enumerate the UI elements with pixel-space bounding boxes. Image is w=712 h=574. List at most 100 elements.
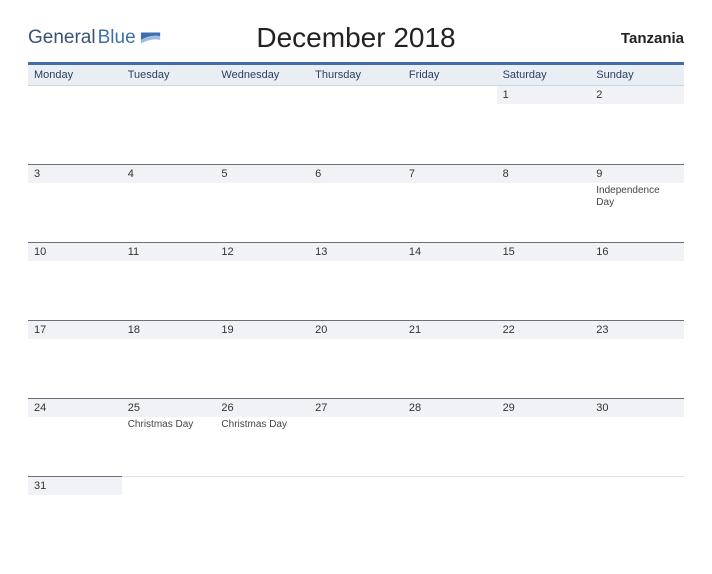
weekday-label: Monday xyxy=(28,65,122,85)
date-number: 24 xyxy=(28,398,122,417)
date-number: 23 xyxy=(590,320,684,339)
calendar-cell: 5 xyxy=(215,164,309,242)
calendar-week: 3456789Independence Day xyxy=(28,164,684,242)
date-number: 5 xyxy=(215,164,309,183)
calendar-cell: 19 xyxy=(215,320,309,398)
weekday-label: Tuesday xyxy=(122,65,216,85)
weekday-label: Thursday xyxy=(309,65,403,85)
calendar-cell xyxy=(122,476,216,554)
brand-text-2: Blue xyxy=(98,27,136,49)
weekday-label: Saturday xyxy=(497,65,591,85)
calendar-cell: 1 xyxy=(497,86,591,164)
calendar-cell: 23 xyxy=(590,320,684,398)
calendar-cell xyxy=(122,86,216,164)
date-number xyxy=(590,476,684,494)
calendar-cell: 2 xyxy=(590,86,684,164)
date-number: 16 xyxy=(590,242,684,261)
calendar-cell: 17 xyxy=(28,320,122,398)
calendar-cell: 21 xyxy=(403,320,497,398)
calendar-title: December 2018 xyxy=(256,22,455,54)
date-number: 20 xyxy=(309,320,403,339)
calendar-cell xyxy=(497,476,591,554)
date-number xyxy=(309,86,403,104)
date-number: 18 xyxy=(122,320,216,339)
date-number: 9 xyxy=(590,164,684,183)
date-number xyxy=(497,476,591,494)
date-number xyxy=(403,476,497,494)
date-number: 21 xyxy=(403,320,497,339)
calendar-cell: 24 xyxy=(28,398,122,476)
date-number: 14 xyxy=(403,242,497,261)
calendar-cell xyxy=(403,86,497,164)
calendar-cell xyxy=(215,476,309,554)
weekday-label: Friday xyxy=(403,65,497,85)
date-number: 13 xyxy=(309,242,403,261)
date-number: 10 xyxy=(28,242,122,261)
date-number: 31 xyxy=(28,476,122,495)
calendar-cell: 28 xyxy=(403,398,497,476)
date-number: 22 xyxy=(497,320,591,339)
country-label: Tanzania xyxy=(621,30,684,47)
calendar-grid: 123456789Independence Day101112131415161… xyxy=(28,86,684,554)
date-number: 8 xyxy=(497,164,591,183)
calendar-cell: 6 xyxy=(309,164,403,242)
calendar-cell: 22 xyxy=(497,320,591,398)
calendar-cell: 27 xyxy=(309,398,403,476)
calendar-cell: 25Christmas Day xyxy=(122,398,216,476)
calendar-week: 10111213141516 xyxy=(28,242,684,320)
calendar-cell: 14 xyxy=(403,242,497,320)
date-number: 17 xyxy=(28,320,122,339)
calendar-cell: 11 xyxy=(122,242,216,320)
date-number: 4 xyxy=(122,164,216,183)
date-number: 7 xyxy=(403,164,497,183)
date-number: 28 xyxy=(403,398,497,417)
date-number: 12 xyxy=(215,242,309,261)
date-number: 15 xyxy=(497,242,591,261)
date-number: 19 xyxy=(215,320,309,339)
calendar-cell xyxy=(28,86,122,164)
brand-logo: GeneralBlue xyxy=(28,27,162,49)
calendar-event: Christmas Day xyxy=(215,417,309,433)
calendar-cell: 20 xyxy=(309,320,403,398)
date-number: 29 xyxy=(497,398,591,417)
date-number xyxy=(309,476,403,494)
weekday-label: Sunday xyxy=(590,65,684,85)
calendar-cell: 10 xyxy=(28,242,122,320)
calendar-cell: 7 xyxy=(403,164,497,242)
calendar-cell xyxy=(590,476,684,554)
date-number xyxy=(122,476,216,494)
date-number: 2 xyxy=(590,86,684,104)
date-number xyxy=(28,86,122,104)
date-number: 25 xyxy=(122,398,216,417)
calendar-cell: 18 xyxy=(122,320,216,398)
calendar-week: 31 xyxy=(28,476,684,554)
calendar-event: Christmas Day xyxy=(122,417,216,433)
date-number: 26 xyxy=(215,398,309,417)
calendar-week: 17181920212223 xyxy=(28,320,684,398)
calendar-cell: 4 xyxy=(122,164,216,242)
date-number: 27 xyxy=(309,398,403,417)
date-number xyxy=(403,86,497,104)
calendar-cell: 30 xyxy=(590,398,684,476)
date-number: 3 xyxy=(28,164,122,183)
calendar-cell: 16 xyxy=(590,242,684,320)
calendar-cell xyxy=(215,86,309,164)
calendar-cell: 8 xyxy=(497,164,591,242)
calendar-week: 12 xyxy=(28,86,684,164)
calendar-cell xyxy=(309,86,403,164)
calendar-cell: 12 xyxy=(215,242,309,320)
brand-text-1: General xyxy=(28,27,96,49)
date-number: 11 xyxy=(122,242,216,261)
date-number xyxy=(122,86,216,104)
weekday-label: Wednesday xyxy=(215,65,309,85)
calendar-cell: 26Christmas Day xyxy=(215,398,309,476)
calendar-week: 2425Christmas Day26Christmas Day27282930 xyxy=(28,398,684,476)
calendar-cell: 13 xyxy=(309,242,403,320)
date-number: 30 xyxy=(590,398,684,417)
calendar-event: Independence Day xyxy=(590,183,684,211)
calendar-cell: 15 xyxy=(497,242,591,320)
calendar-cell xyxy=(309,476,403,554)
brand-flag-icon xyxy=(140,30,162,46)
weekday-header: Monday Tuesday Wednesday Thursday Friday… xyxy=(28,65,684,86)
date-number: 6 xyxy=(309,164,403,183)
